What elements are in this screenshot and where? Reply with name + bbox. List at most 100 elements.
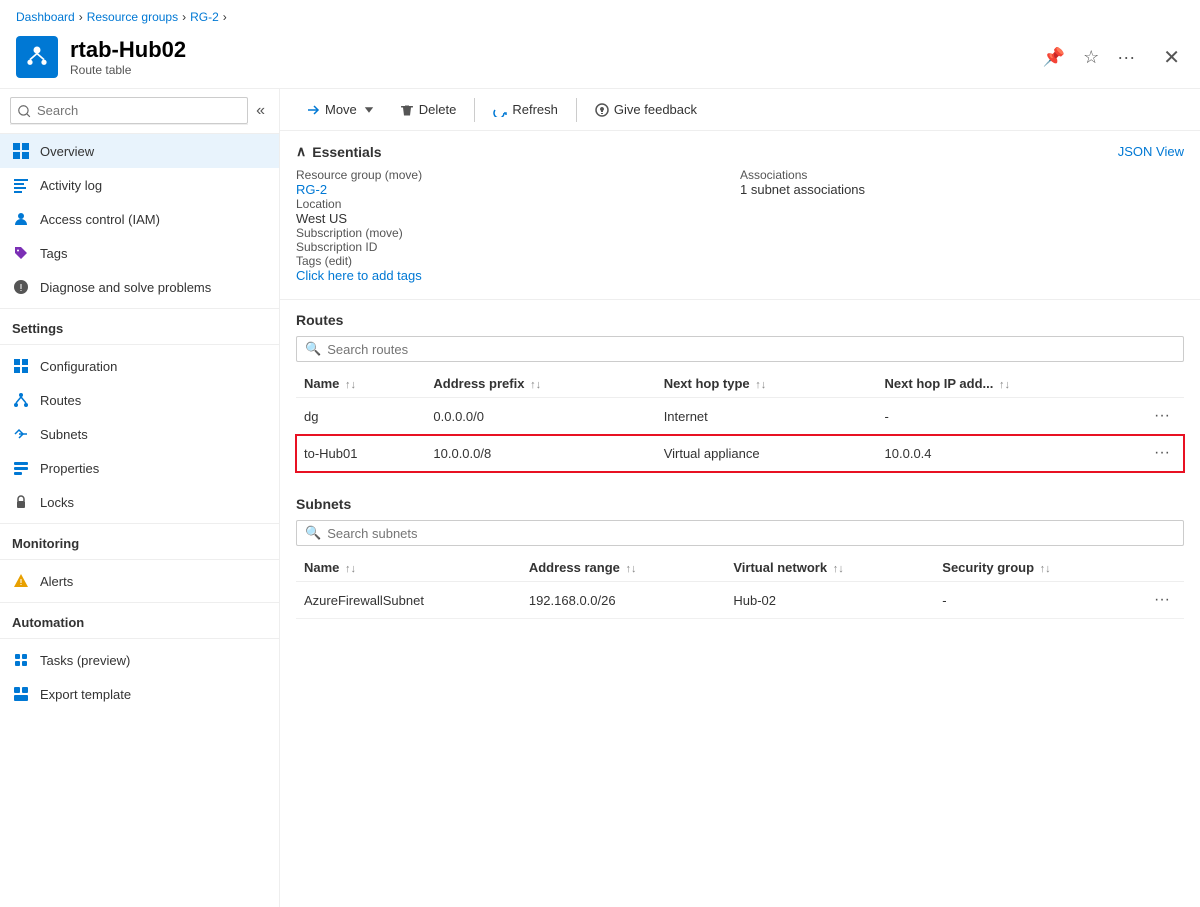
subnets-search-input[interactable] bbox=[327, 526, 1175, 541]
routes-col-hop-type[interactable]: Next hop type ↑↓ bbox=[656, 370, 877, 398]
routes-row-dg-prefix: 0.0.0.0/0 bbox=[425, 398, 655, 435]
routes-row-dg-more-button[interactable]: ··· bbox=[1148, 405, 1176, 427]
breadcrumb-dashboard[interactable]: Dashboard bbox=[16, 10, 75, 24]
sidebar-item-tags[interactable]: Tags bbox=[0, 236, 279, 270]
sidebar-item-locks-label: Locks bbox=[40, 495, 74, 510]
subnets-col-security-sort[interactable]: ↑↓ bbox=[1040, 563, 1051, 575]
sidebar-item-activity-log[interactable]: Activity log bbox=[0, 168, 279, 202]
routes-col-name-sort[interactable]: ↑↓ bbox=[345, 379, 356, 391]
routes-row-dg-name: dg bbox=[296, 398, 425, 435]
breadcrumb-rg2[interactable]: RG-2 bbox=[190, 10, 219, 24]
subnets-row-azurefirewall-name: AzureFirewallSubnet bbox=[296, 582, 521, 619]
json-view-link[interactable]: JSON View bbox=[1118, 144, 1184, 159]
routes-col-prefix-sort[interactable]: ↑↓ bbox=[530, 379, 541, 391]
routes-search-icon: 🔍 bbox=[305, 341, 321, 357]
more-options-button[interactable]: ··· bbox=[1113, 43, 1139, 72]
sidebar-item-subnets[interactable]: Subnets bbox=[0, 417, 279, 451]
routes-section: Routes 🔍 Name ↑↓ Address prefix ↑↓ bbox=[280, 300, 1200, 484]
main-layout: « Overview Activity log Access contr bbox=[0, 89, 1200, 907]
feedback-icon bbox=[595, 103, 609, 117]
sidebar-item-alerts[interactable]: Alerts bbox=[0, 564, 279, 598]
iam-icon bbox=[12, 210, 30, 228]
sidebar-item-export-label: Export template bbox=[40, 687, 131, 702]
essentials-empty-1 bbox=[740, 197, 1184, 226]
breadcrumb-resource-groups[interactable]: Resource groups bbox=[87, 10, 178, 24]
routes-row-dg-hop-type: Internet bbox=[656, 398, 877, 435]
search-input[interactable] bbox=[10, 97, 248, 124]
routes-col-hop-type-sort[interactable]: ↑↓ bbox=[755, 379, 766, 391]
move-button[interactable]: Move bbox=[296, 97, 386, 122]
sidebar-item-configuration[interactable]: Configuration bbox=[0, 349, 279, 383]
configuration-icon bbox=[12, 357, 30, 375]
sidebar-item-subnets-label: Subnets bbox=[40, 427, 88, 442]
subnets-col-range[interactable]: Address range ↑↓ bbox=[521, 554, 726, 582]
subnets-col-name[interactable]: Name ↑↓ bbox=[296, 554, 521, 582]
sidebar-item-overview[interactable]: Overview bbox=[0, 134, 279, 168]
sidebar-item-export[interactable]: Export template bbox=[0, 677, 279, 711]
subnets-col-actions bbox=[1140, 554, 1184, 582]
properties-icon bbox=[12, 459, 30, 477]
essentials-location: Location West US bbox=[296, 197, 740, 226]
essentials-resource-group: Resource group (move) RG-2 bbox=[296, 168, 740, 197]
sidebar-item-tasks[interactable]: Tasks (preview) bbox=[0, 643, 279, 677]
essentials-chevron[interactable]: ∧ bbox=[296, 143, 306, 160]
subnets-search-icon: 🔍 bbox=[305, 525, 321, 541]
subnets-row-azurefirewall-more-button[interactable]: ··· bbox=[1148, 589, 1176, 611]
routes-row-to-hub01-hop-type: Virtual appliance bbox=[656, 435, 877, 472]
sidebar-item-activity-log-label: Activity log bbox=[40, 178, 102, 193]
subnets-col-name-sort[interactable]: ↑↓ bbox=[345, 563, 356, 575]
sidebar-item-iam[interactable]: Access control (IAM) bbox=[0, 202, 279, 236]
favorite-button[interactable]: ☆ bbox=[1079, 43, 1103, 72]
routes-search-input[interactable] bbox=[327, 342, 1175, 357]
subnets-table: Name ↑↓ Address range ↑↓ Virtual network… bbox=[296, 554, 1184, 619]
routes-search-box: 🔍 bbox=[296, 336, 1184, 362]
sidebar-item-locks[interactable]: Locks bbox=[0, 485, 279, 519]
resource-group-link[interactable]: RG-2 bbox=[296, 182, 327, 197]
automation-section-header: Automation bbox=[0, 602, 279, 634]
routes-row-to-hub01: to-Hub01 10.0.0.0/8 Virtual appliance 10… bbox=[296, 435, 1184, 472]
pin-button[interactable]: 📌 bbox=[1039, 43, 1069, 72]
subnets-search-box: 🔍 bbox=[296, 520, 1184, 546]
monitoring-section-header: Monitoring bbox=[0, 523, 279, 555]
essentials-title: ∧ Essentials bbox=[296, 143, 382, 160]
essentials-subscription-id: Subscription ID bbox=[296, 240, 740, 254]
resource-header: rtab-Hub02 Route table 📌 ☆ ··· ✕ bbox=[0, 30, 1200, 89]
subnets-col-security[interactable]: Security group ↑↓ bbox=[934, 554, 1140, 582]
close-button[interactable]: ✕ bbox=[1159, 41, 1184, 74]
subnets-col-vnet[interactable]: Virtual network ↑↓ bbox=[725, 554, 934, 582]
sidebar-collapse-button[interactable]: « bbox=[252, 98, 269, 124]
routes-col-hop-ip[interactable]: Next hop IP add... ↑↓ bbox=[877, 370, 1140, 398]
routes-col-prefix[interactable]: Address prefix ↑↓ bbox=[425, 370, 655, 398]
routes-col-hop-ip-sort[interactable]: ↑↓ bbox=[999, 379, 1010, 391]
routes-row-to-hub01-more-button[interactable]: ··· bbox=[1148, 442, 1176, 464]
refresh-icon bbox=[493, 103, 507, 117]
delete-button[interactable]: Delete bbox=[390, 97, 467, 122]
sidebar-nav: Overview Activity log Access control (IA… bbox=[0, 134, 279, 907]
tasks-icon bbox=[12, 651, 30, 669]
essentials-header: ∧ Essentials JSON View bbox=[280, 131, 1200, 168]
move-resource-group-link[interactable]: move bbox=[389, 168, 418, 182]
header-actions: 📌 ☆ ··· ✕ bbox=[1039, 41, 1184, 74]
refresh-button[interactable]: Refresh bbox=[483, 97, 568, 122]
essentials-grid: Resource group (move) RG-2 Associations … bbox=[280, 168, 1200, 300]
move-dropdown-icon bbox=[362, 103, 376, 117]
add-tags-link[interactable]: Click here to add tags bbox=[296, 268, 422, 283]
subnets-col-vnet-sort[interactable]: ↑↓ bbox=[833, 563, 844, 575]
subnets-col-range-sort[interactable]: ↑↓ bbox=[626, 563, 637, 575]
sidebar: « Overview Activity log Access contr bbox=[0, 89, 280, 907]
sidebar-item-diagnose-label: Diagnose and solve problems bbox=[40, 280, 211, 295]
sidebar-item-routes-label: Routes bbox=[40, 393, 81, 408]
sidebar-item-routes[interactable]: Routes bbox=[0, 383, 279, 417]
delete-icon bbox=[400, 103, 414, 117]
essentials-subscription: Subscription (move) bbox=[296, 226, 740, 240]
resource-icon bbox=[16, 36, 58, 78]
edit-tags-link[interactable]: edit bbox=[329, 254, 348, 268]
subnets-section: Subnets 🔍 Name ↑↓ Address range ↑↓ bbox=[280, 484, 1200, 631]
routes-icon bbox=[12, 391, 30, 409]
sidebar-item-diagnose[interactable]: Diagnose and solve problems bbox=[0, 270, 279, 304]
toolbar: Move Delete Refresh Give feedback bbox=[280, 89, 1200, 131]
sidebar-item-properties[interactable]: Properties bbox=[0, 451, 279, 485]
feedback-button[interactable]: Give feedback bbox=[585, 97, 707, 122]
move-subscription-link[interactable]: move bbox=[369, 226, 398, 240]
routes-col-name[interactable]: Name ↑↓ bbox=[296, 370, 425, 398]
